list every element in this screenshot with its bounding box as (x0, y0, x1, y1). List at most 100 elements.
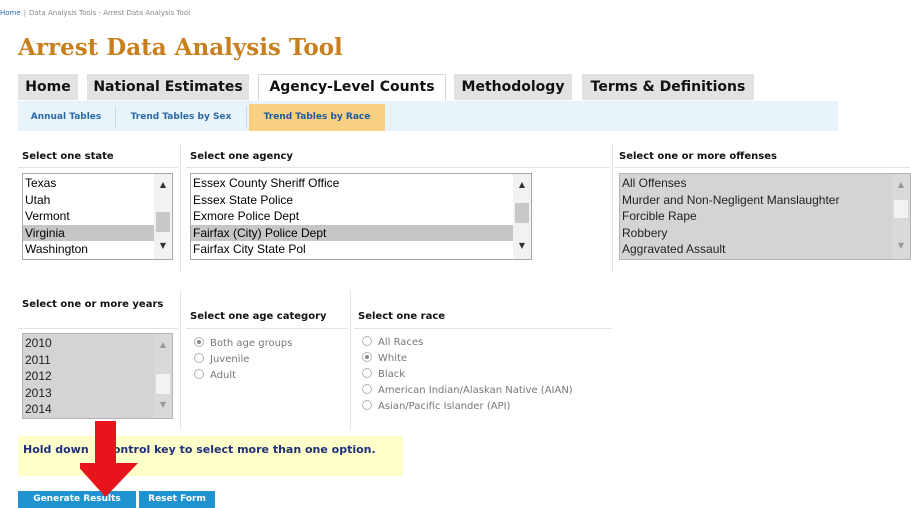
year-option[interactable]: 2012 (23, 368, 154, 385)
tab-agency-level-counts[interactable]: Agency-Level Counts (258, 74, 446, 101)
reset-form-button[interactable]: Reset Form (139, 491, 215, 508)
race-radio-black[interactable]: Black (362, 367, 405, 383)
agency-option[interactable]: Essex State Police (191, 192, 513, 209)
agency-label: Select one agency (190, 151, 293, 162)
note-text-rest: control key to select more than one opti… (106, 443, 376, 456)
subtab-trend-by-sex[interactable]: Trend Tables by Sex (118, 104, 244, 131)
offenses-select[interactable]: All Offenses Murder and Non-Negligent Ma… (619, 173, 911, 260)
race-label: Select one race (358, 311, 446, 322)
state-select[interactable]: Texas Utah Vermont Virginia Washington ▲… (22, 173, 173, 260)
section-rule (186, 167, 610, 168)
years-label: Select one or more years (22, 299, 164, 310)
agency-option[interactable]: Exmore Police Dept (191, 208, 513, 225)
section-rule (18, 328, 178, 329)
radio-icon[interactable] (194, 369, 204, 379)
agency-scrollbar[interactable]: ▲ ▼ (513, 174, 531, 259)
state-option[interactable]: Utah (23, 192, 154, 209)
scroll-up-icon[interactable]: ▲ (154, 338, 172, 352)
year-option[interactable]: 2010 (23, 335, 154, 352)
offense-option[interactable]: Forcible Rape (620, 208, 892, 225)
race-option-label: Asian/Pacific Islander (API) (378, 401, 511, 412)
breadcrumb-home-link[interactable]: Home (0, 9, 21, 17)
race-radio-white[interactable]: White (362, 351, 407, 367)
subtab-annual-tables[interactable]: Annual Tables (20, 104, 112, 131)
scroll-thumb[interactable] (156, 374, 170, 394)
age-option-label: Both age groups (210, 338, 293, 349)
age-radio-both[interactable]: Both age groups (194, 336, 292, 352)
radio-icon[interactable] (362, 400, 372, 410)
age-option-label: Juvenile (210, 354, 250, 365)
breadcrumb-separator: | (23, 9, 27, 17)
race-option-label: White (378, 353, 408, 364)
agency-option[interactable]: Fairfax City State Pol (191, 241, 513, 258)
state-option[interactable]: Texas (23, 175, 154, 192)
instruction-note: Hold down control key to select more tha… (18, 436, 403, 476)
scroll-thumb[interactable] (156, 212, 170, 232)
agency-option[interactable]: Essex County Sheriff Office (191, 175, 513, 192)
age-radio-adult[interactable]: Adult (194, 368, 236, 384)
scroll-down-icon[interactable]: ▼ (154, 239, 172, 253)
years-select[interactable]: 2010 2011 2012 2013 2014 ▲ ▼ (22, 333, 173, 419)
race-option-label: American Indian/Alaskan Native (AIAN) (378, 385, 573, 396)
scroll-up-icon[interactable]: ▲ (513, 178, 531, 192)
tab-terms-definitions[interactable]: Terms & Definitions (582, 74, 754, 100)
state-option[interactable]: Washington (23, 241, 154, 258)
column-divider (350, 290, 351, 430)
offenses-label: Select one or more offenses (619, 151, 777, 162)
breadcrumb: Home | Data Analysis Tools - Arrest Data A… (0, 9, 190, 17)
offenses-scrollbar[interactable]: ▲ ▼ (892, 174, 910, 259)
scroll-thumb[interactable] (894, 200, 908, 218)
offense-option[interactable]: All Offenses (620, 175, 892, 192)
age-option-label: Adult (210, 370, 237, 381)
page-title: Arrest Data Analysis Tool (18, 34, 343, 61)
state-option-selected[interactable]: Virginia (23, 224, 154, 241)
offense-option[interactable]: Robbery (620, 225, 892, 242)
scroll-down-icon[interactable]: ▼ (154, 398, 172, 412)
subtab-divider (246, 106, 247, 128)
year-option[interactable]: 2011 (23, 352, 154, 369)
section-rule (186, 328, 348, 329)
race-radio-all[interactable]: All Races (362, 335, 423, 351)
radio-icon[interactable] (362, 336, 372, 346)
scroll-thumb[interactable] (515, 203, 529, 223)
red-down-arrow-icon (80, 421, 138, 497)
scroll-down-icon[interactable]: ▼ (892, 239, 910, 253)
race-option-label: All Races (378, 337, 424, 348)
radio-icon[interactable] (194, 353, 204, 363)
tab-methodology[interactable]: Methodology (454, 74, 572, 100)
radio-checked-icon[interactable] (362, 352, 372, 362)
state-option[interactable]: Vermont (23, 208, 154, 225)
breadcrumb-trail: Data Analysis Tools - Arrest Data Analys… (29, 9, 191, 17)
state-label: Select one state (22, 151, 114, 162)
section-rule (18, 167, 178, 168)
agency-select[interactable]: Essex County Sheriff Office Essex State … (190, 173, 532, 260)
scroll-up-icon[interactable]: ▲ (892, 178, 910, 192)
column-divider (180, 143, 181, 271)
race-radio-api[interactable]: Asian/Pacific Islander (API) (362, 399, 510, 415)
race-radio-aian[interactable]: American Indian/Alaskan Native (AIAN) (362, 383, 573, 399)
year-option[interactable]: 2013 (23, 385, 154, 402)
offense-option[interactable]: Aggravated Assault (620, 241, 892, 258)
radio-icon[interactable] (362, 368, 372, 378)
state-scrollbar[interactable]: ▲ ▼ (154, 174, 172, 259)
subtab-divider (115, 106, 116, 128)
scroll-up-icon[interactable]: ▲ (154, 178, 172, 192)
age-label: Select one age category (190, 311, 327, 322)
tab-home[interactable]: Home (18, 74, 78, 100)
section-rule (615, 167, 910, 168)
tab-national-estimates[interactable]: National Estimates (87, 74, 249, 100)
age-radio-juvenile[interactable]: Juvenile (194, 352, 249, 368)
section-rule (354, 328, 612, 329)
radio-icon[interactable] (362, 384, 372, 394)
radio-checked-icon[interactable] (194, 337, 204, 347)
column-divider (612, 143, 613, 271)
note-text-start: Hold down (23, 443, 89, 456)
subtab-trend-by-race[interactable]: Trend Tables by Race (249, 104, 385, 131)
years-scrollbar[interactable]: ▲ ▼ (154, 334, 172, 418)
column-divider (180, 290, 181, 430)
race-option-label: Black (378, 369, 406, 380)
offense-option[interactable]: Murder and Non-Negligent Manslaughter (620, 192, 892, 209)
agency-option-selected[interactable]: Fairfax (City) Police Dept (191, 224, 513, 241)
scroll-down-icon[interactable]: ▼ (513, 239, 531, 253)
year-option[interactable]: 2014 (23, 401, 154, 418)
